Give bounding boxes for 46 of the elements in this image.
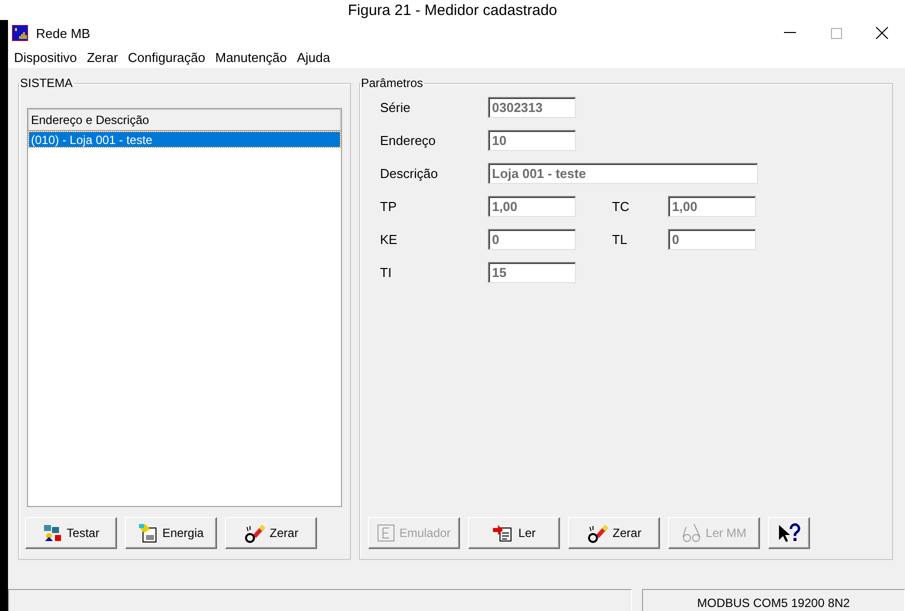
field-label: TI xyxy=(380,265,393,280)
input-field[interactable]: 0 xyxy=(668,229,756,250)
field-label: KE xyxy=(380,232,398,247)
arrow-document-icon xyxy=(492,524,514,542)
app-icon xyxy=(12,25,28,41)
document-icon xyxy=(138,523,158,543)
group-title: Parâmetros xyxy=(360,76,424,90)
input-field[interactable]: Loja 001 - teste xyxy=(488,163,758,184)
toolbar-button[interactable]: Zerar xyxy=(225,517,317,549)
glasses-icon xyxy=(682,523,702,543)
eraser-icon xyxy=(586,523,609,543)
minimize-icon xyxy=(784,32,796,34)
eraser-icon xyxy=(244,523,266,543)
toolbar-button[interactable]: Ler xyxy=(468,517,560,549)
menu-item[interactable]: Configuração xyxy=(124,50,212,64)
input-field[interactable]: 15 xyxy=(488,262,576,283)
field-label: TP xyxy=(380,199,398,214)
menu-item[interactable]: Manutenção xyxy=(211,50,293,64)
input-field[interactable]: 1,00 xyxy=(488,196,576,217)
menu-item[interactable]: Dispositivo xyxy=(10,50,83,64)
column-header[interactable]: Endereço e Descrição xyxy=(28,109,341,131)
figure-caption: Figura 21 - Medidor cadastrado xyxy=(348,2,558,20)
field-label: Endereço xyxy=(380,133,437,148)
menu-item[interactable]: Ajuda xyxy=(292,50,336,64)
document-icon xyxy=(377,524,396,542)
toolbar-button[interactable]: Testar xyxy=(25,517,117,549)
toolbar-button[interactable]: Zerar xyxy=(568,517,660,549)
status-panel: MODBUS COM5 19200 8N2 xyxy=(642,589,905,611)
field-label: TC xyxy=(612,199,630,214)
help-button[interactable] xyxy=(768,517,810,549)
input-field[interactable]: 0 xyxy=(488,229,576,250)
maximize-icon xyxy=(830,28,842,38)
help-cursor-icon xyxy=(777,523,801,543)
menu-item[interactable]: Zerar xyxy=(82,50,124,64)
group-title: SISTEMA xyxy=(19,76,74,90)
toolbar-button[interactable]: Energia xyxy=(125,517,217,549)
input-field[interactable]: 1,00 xyxy=(668,196,756,217)
network-icon xyxy=(42,524,63,542)
window-title: Rede MB xyxy=(36,26,92,40)
close-icon xyxy=(876,27,888,39)
list-item[interactable]: (010) - Loja 001 - teste xyxy=(29,132,340,147)
input-field[interactable]: 10 xyxy=(488,130,576,151)
field-label: Série xyxy=(380,100,412,115)
input-field[interactable]: 0302313 xyxy=(488,97,576,118)
field-label: TL xyxy=(612,232,628,247)
field-label: Descrição xyxy=(380,166,439,181)
